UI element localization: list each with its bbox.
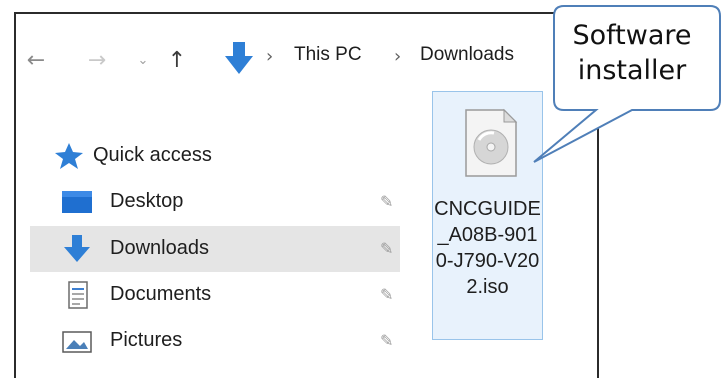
sidebar-item-pictures[interactable]: Pictures ✎ — [30, 318, 400, 364]
documents-icon — [68, 281, 88, 309]
sidebar-item-label: Documents — [110, 283, 212, 305]
up-button[interactable]: ↑ — [162, 42, 192, 78]
recent-locations-button[interactable]: ⌄ — [132, 42, 154, 78]
breadcrumb-separator[interactable]: › — [266, 46, 273, 67]
sidebar-item-desktop[interactable]: Desktop ✎ — [30, 179, 400, 225]
pin-icon[interactable]: ✎ — [380, 239, 393, 259]
forward-button[interactable]: → — [80, 42, 114, 78]
sidebar-item-quick-access[interactable]: Quick access — [30, 133, 400, 179]
desktop-icon — [62, 191, 92, 213]
pin-icon[interactable]: ✎ — [380, 192, 393, 212]
star-icon — [55, 143, 83, 169]
pictures-icon — [62, 331, 92, 353]
breadcrumb-separator[interactable]: › — [394, 46, 401, 67]
sidebar-item-label: Downloads — [110, 237, 209, 259]
back-button[interactable]: ← — [20, 42, 52, 78]
callout-line-2: installer — [577, 55, 687, 86]
download-arrow-icon — [64, 235, 90, 262]
sidebar-item-label: Pictures — [110, 329, 183, 351]
sidebar-item-label: Desktop — [110, 190, 184, 212]
callout-text: Software installer — [552, 18, 712, 88]
pin-icon[interactable]: ✎ — [380, 331, 393, 351]
sidebar-item-label: Quick access — [93, 144, 212, 166]
sidebar-item-documents[interactable]: Documents ✎ — [30, 272, 400, 318]
sidebar-item-downloads[interactable]: Downloads ✎ — [30, 226, 400, 272]
download-arrow-icon — [225, 42, 253, 74]
breadcrumb-this-pc[interactable]: This PC — [294, 44, 362, 66]
callout-line-1: Software — [572, 20, 692, 51]
pin-icon[interactable]: ✎ — [380, 285, 393, 305]
file-name: CNCGUIDE_A08B-9010-J790-V202.iso — [434, 198, 541, 298]
